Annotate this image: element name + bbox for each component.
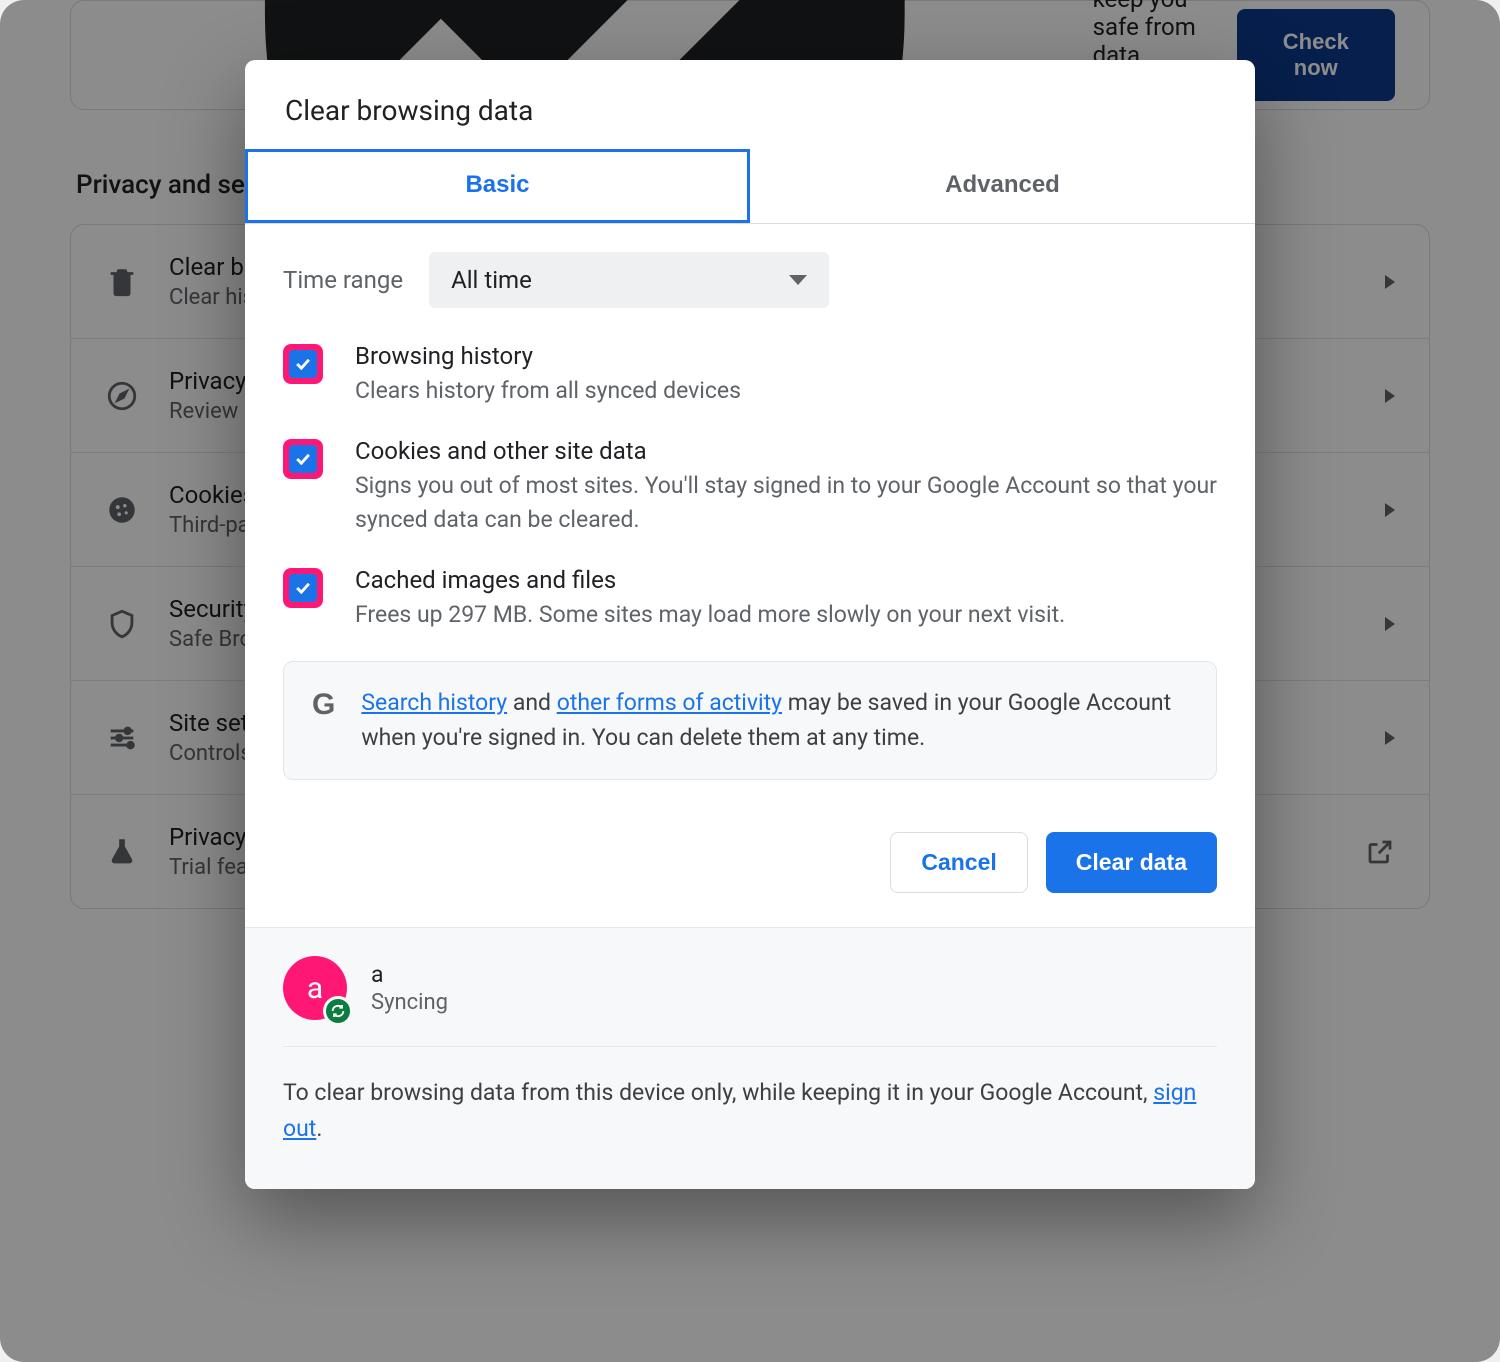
dialog-title: Clear browsing data xyxy=(245,60,1255,149)
time-range-value: All time xyxy=(451,266,532,294)
option-title: Cookies and other site data xyxy=(355,437,1217,465)
checkbox-cookies[interactable] xyxy=(283,439,323,479)
chevron-down-icon xyxy=(789,275,807,285)
cancel-button[interactable]: Cancel xyxy=(890,832,1027,893)
tab-basic[interactable]: Basic xyxy=(245,149,750,223)
option-cache: Cached images and files Frees up 297 MB.… xyxy=(283,566,1217,631)
option-title: Browsing history xyxy=(355,342,741,370)
clear-browsing-data-dialog: Clear browsing data Basic Advanced Time … xyxy=(245,60,1255,1189)
google-icon: G xyxy=(312,688,335,722)
sync-badge-icon xyxy=(323,996,353,1026)
google-activity-notice: G Search history and other forms of acti… xyxy=(283,661,1217,780)
option-desc: Signs you out of most sites. You'll stay… xyxy=(355,469,1217,536)
other-activity-link[interactable]: other forms of activity xyxy=(557,689,782,716)
checkbox-cache[interactable] xyxy=(283,568,323,608)
option-browsing-history: Browsing history Clears history from all… xyxy=(283,342,1217,407)
option-desc: Frees up 297 MB. Some sites may load mor… xyxy=(355,598,1065,631)
option-desc: Clears history from all synced devices xyxy=(355,374,741,407)
profile-row: a a Syncing xyxy=(283,956,1217,1047)
time-range-label: Time range xyxy=(283,266,403,294)
option-title: Cached images and files xyxy=(355,566,1065,594)
checkbox-history[interactable] xyxy=(283,344,323,384)
avatar: a xyxy=(283,956,347,1020)
tab-advanced[interactable]: Advanced xyxy=(750,149,1255,223)
time-range-select[interactable]: All time xyxy=(429,252,829,308)
dialog-tabs: Basic Advanced xyxy=(245,149,1255,224)
option-cookies: Cookies and other site data Signs you ou… xyxy=(283,437,1217,536)
clear-data-button[interactable]: Clear data xyxy=(1046,832,1217,893)
notice-text: Search history and other forms of activi… xyxy=(361,686,1188,755)
profile-status: Syncing xyxy=(371,990,448,1015)
search-history-link[interactable]: Search history xyxy=(361,689,507,716)
profile-name: a xyxy=(371,961,448,988)
signout-text: To clear browsing data from this device … xyxy=(283,1075,1217,1146)
